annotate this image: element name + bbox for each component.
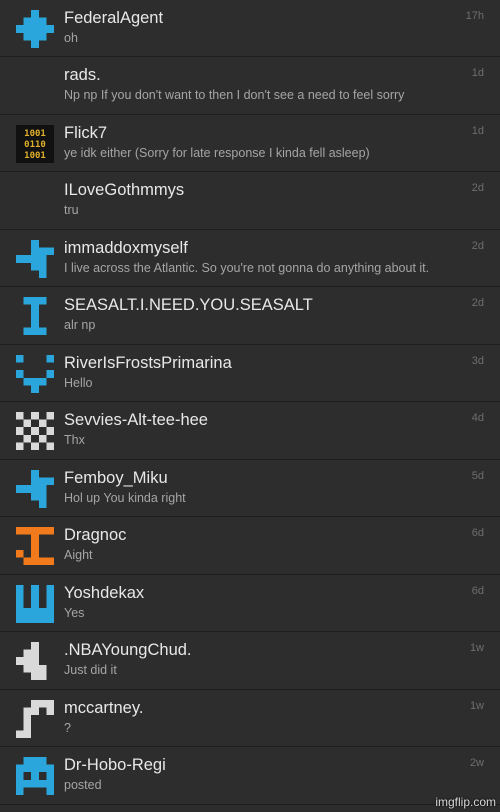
- blue-smile-avatar-icon[interactable]: [16, 354, 54, 393]
- svg-text:0110: 0110: [24, 140, 46, 150]
- binary-avatar-icon[interactable]: 1001 0110 1001: [16, 124, 54, 163]
- conversation-row-immaddoxmyself[interactable]: immaddoxmyself I live across the Atlanti…: [0, 229, 500, 287]
- conversation-row-seasalt[interactable]: SEASALT.I.NEED.YOU.SEASALT alr np 2d: [0, 287, 500, 345]
- gray-hook-avatar-icon[interactable]: [16, 699, 54, 738]
- blue-pixel-avatar-icon[interactable]: [16, 469, 54, 508]
- conversation-row-ilovegothmmys[interactable]: ILoveGothmmys tru 2d: [0, 172, 500, 230]
- svg-text:1001: 1001: [24, 129, 46, 139]
- conversation-name: SEASALT.I.NEED.YOU.SEASALT: [64, 296, 313, 314]
- conversation-row-mccartney[interactable]: mccartney. ? 1w: [0, 689, 500, 747]
- blue-y-avatar-icon[interactable]: [16, 584, 54, 623]
- blue-invader-avatar-icon[interactable]: [16, 757, 54, 795]
- conversation-preview: I live across the Atlantic. So you're no…: [64, 260, 430, 275]
- conversation-time: 2w: [469, 757, 484, 769]
- conversation-name: immaddoxmyself: [64, 238, 188, 257]
- conversation-name: ILoveGothmmys: [64, 181, 185, 199]
- conversation-name: Sevvies-Alt-tee-hee: [64, 411, 208, 429]
- conversation-preview: Just did it: [64, 663, 117, 677]
- conversation-time: 1d: [471, 124, 484, 137]
- conversation-time: 3d: [471, 354, 484, 367]
- conversation-row-flick7[interactable]: 1001 0110 1001 Flick7 ye idk either (Sor…: [0, 114, 500, 172]
- imgflip-watermark: imgflip.com: [435, 795, 496, 809]
- conversation-name: rads.: [64, 66, 101, 84]
- conversation-row-rads[interactable]: rads. Np np If you don't want to then I …: [0, 57, 500, 115]
- conversation-name: Dragnoc: [64, 526, 127, 544]
- conversation-name: FederalAgent: [64, 9, 164, 27]
- conversation-preview: alr np: [64, 318, 96, 332]
- conversation-preview: ye idk either (Sorry for late response I…: [64, 145, 370, 160]
- conversation-row-federalagent[interactable]: FederalAgent oh 17h: [0, 0, 500, 57]
- conversation-name: .NBAYoungChud.: [64, 641, 192, 659]
- conversation-preview: Yes: [64, 605, 85, 620]
- conversation-list: FederalAgent oh 17h rads. Np np If you d…: [0, 0, 500, 805]
- conversation-preview: Np np If you don't want to then I don't …: [64, 88, 405, 102]
- conversation-row-sevvies[interactable]: Sevvies-Alt-tee-hee Thx 4d: [0, 402, 500, 460]
- conversation-name: Flick7: [64, 123, 108, 142]
- conversation-time: 2d: [471, 297, 484, 309]
- conversation-preview: Thx: [64, 433, 85, 447]
- conversation-time: 2d: [471, 239, 484, 252]
- blue-pixel-avatar-icon[interactable]: [16, 239, 54, 278]
- conversation-preview: tru: [64, 203, 79, 217]
- conversation-preview: Aight: [64, 548, 93, 562]
- conversation-preview: posted: [64, 778, 102, 792]
- conversation-preview: ?: [64, 720, 71, 735]
- checker-avatar-icon[interactable]: [16, 412, 54, 450]
- orange-i-avatar-icon[interactable]: [16, 527, 54, 565]
- conversation-name: Dr-Hobo-Regi: [64, 756, 166, 774]
- conversation-row-dragnoc[interactable]: Dragnoc Aight 6d: [0, 517, 500, 575]
- conversation-time: 4d: [471, 412, 484, 424]
- conversation-time: 1w: [469, 642, 484, 654]
- conversation-row-riverisfrostsprimarina[interactable]: RiverIsFrostsPrimarina Hello 3d: [0, 344, 500, 402]
- conversation-name: Yoshdekax: [64, 583, 145, 602]
- conversation-time: 1w: [469, 699, 484, 712]
- conversation-row-femboy-miku[interactable]: Femboy_Miku Hol up You kinda right 5d: [0, 459, 500, 517]
- conversation-time: 6d: [471, 584, 484, 597]
- conversation-row-yoshdekax[interactable]: Yoshdekax Yes 6d: [0, 574, 500, 632]
- conversation-time: 17h: [465, 10, 484, 22]
- conversation-row-nbayoungchud[interactable]: .NBAYoungChud. Just did it 1w: [0, 632, 500, 690]
- conversation-preview: Hol up You kinda right: [64, 490, 186, 505]
- svg-text:1001: 1001: [24, 151, 46, 161]
- conversation-time: 5d: [471, 469, 484, 482]
- conversation-preview: Hello: [64, 375, 93, 390]
- conversation-preview: oh: [64, 31, 78, 45]
- gray-pixel-avatar-icon[interactable]: [16, 642, 54, 680]
- blue-cross-avatar-icon[interactable]: [16, 10, 54, 48]
- conversation-time: 1d: [471, 67, 484, 79]
- conversation-name: RiverIsFrostsPrimarina: [64, 353, 232, 372]
- conversation-time: 6d: [471, 527, 484, 539]
- blue-i-avatar-icon[interactable]: [16, 297, 54, 335]
- conversation-name: mccartney.: [64, 698, 144, 717]
- conversation-row-dr-hobo-regi[interactable]: Dr-Hobo-Regi posted 2w: [0, 747, 500, 805]
- conversation-time: 2d: [471, 182, 484, 194]
- conversation-name: Femboy_Miku: [64, 468, 168, 487]
